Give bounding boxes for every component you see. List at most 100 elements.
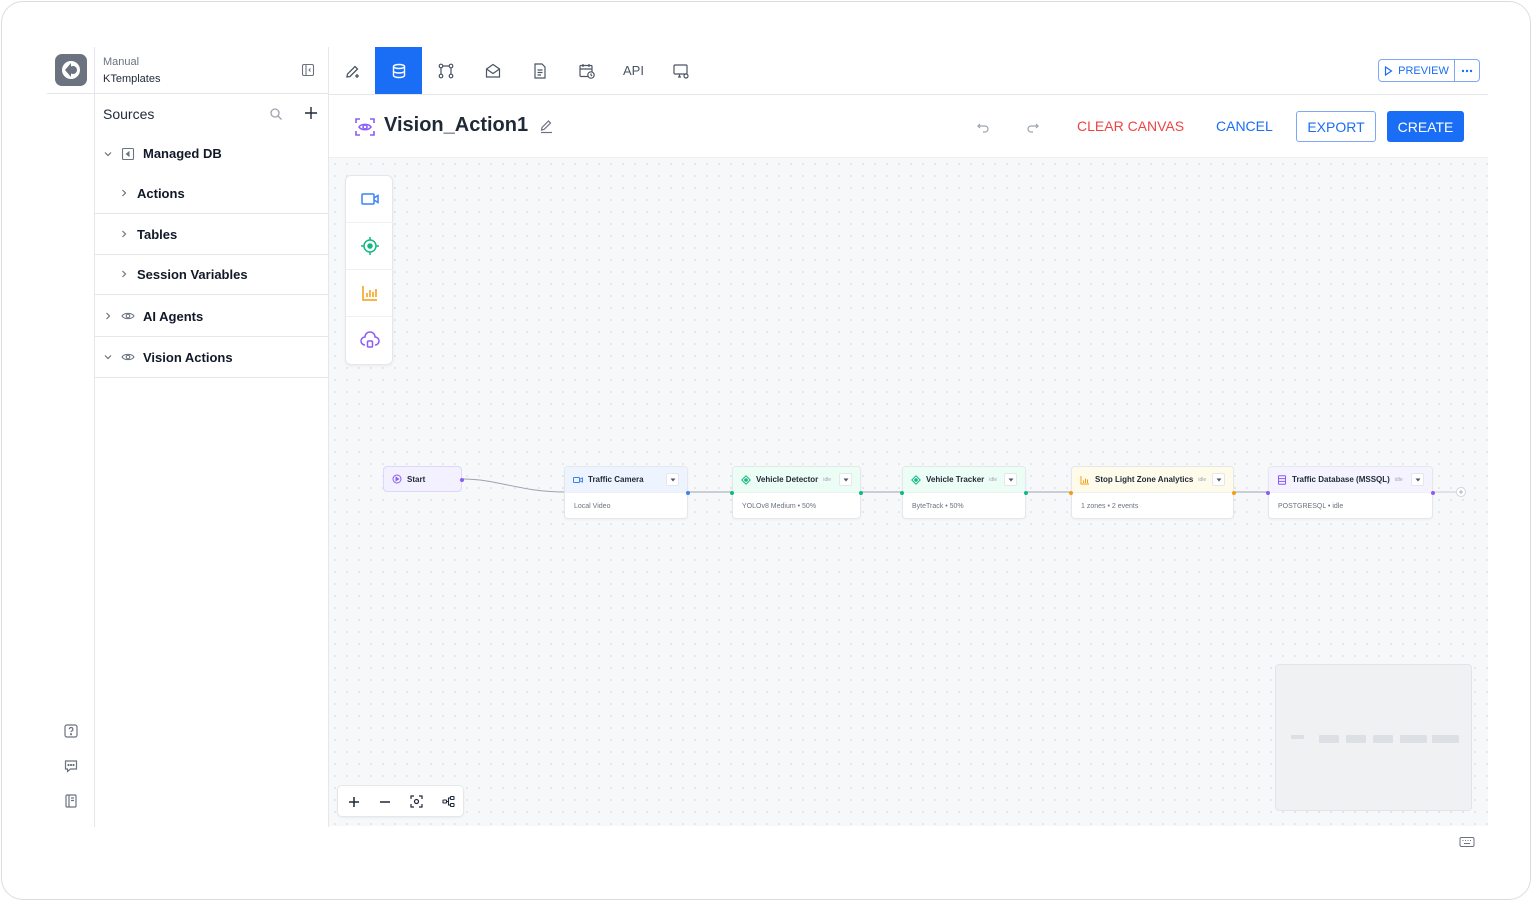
input-port[interactable] (730, 491, 734, 495)
auto-layout-icon[interactable] (433, 786, 464, 817)
node-stop-light-zone-analytics[interactable]: Stop Light Zone Analytics idle 1 zones •… (1069, 466, 1236, 519)
node-menu-button[interactable] (1004, 473, 1017, 486)
tab-api[interactable]: API (610, 47, 657, 94)
input-port[interactable] (1266, 491, 1270, 495)
minimap-node (1291, 735, 1304, 739)
help-icon[interactable] (63, 723, 79, 739)
output-port[interactable] (859, 491, 863, 495)
search-icon[interactable] (269, 107, 283, 121)
document-icon (533, 62, 546, 79)
chevron-right-icon (106, 312, 111, 320)
node-vehicle-tracker[interactable]: Vehicle Tracker idle ByteTrack • 50% (900, 466, 1028, 519)
flow-canvas[interactable]: Start Traffic Camera Local Video Vehicle… (329, 158, 1488, 826)
node-header: Traffic Database (MSSQL) idle (1269, 467, 1432, 493)
clear-canvas-button[interactable]: CLEAR CANVAS (1077, 118, 1184, 134)
node-subtitle: YOLOv8 Medium • 50% (742, 502, 817, 510)
node-traffic-database[interactable]: Traffic Database (MSSQL) idle POSTGRESQL… (1266, 466, 1435, 519)
docs-icon[interactable] (63, 793, 79, 809)
tab-mail[interactable] (469, 47, 516, 94)
node-status: idle (989, 476, 998, 483)
ellipsis-icon (1461, 69, 1473, 72)
undo-icon[interactable] (976, 119, 990, 133)
create-button[interactable]: CREATE (1387, 111, 1464, 142)
node-subtitle: ByteTrack • 50% (912, 502, 964, 510)
play-icon (1385, 65, 1393, 76)
chevron-right-icon (122, 270, 127, 278)
detector-icon (741, 474, 751, 485)
sources-sidebar: Manual KTemplates Sources Managed DB Act… (95, 47, 329, 827)
fit-view-icon[interactable] (401, 786, 432, 817)
left-rail (47, 47, 95, 827)
workflow-icon (438, 63, 453, 78)
tree-item-label: Vision Actions (143, 349, 233, 365)
node-menu-button[interactable] (1212, 473, 1225, 486)
caret-down-icon (843, 478, 848, 481)
node-vehicle-detector[interactable]: Vehicle Detector idle YOLOv8 Medium • 50… (730, 466, 863, 519)
tree-item-label: Actions (137, 185, 185, 201)
cancel-button[interactable]: CANCEL (1216, 118, 1273, 134)
start-node[interactable]: Start (383, 466, 464, 492)
app-logo[interactable] (55, 54, 87, 86)
caret-down-icon (670, 478, 675, 481)
output-port[interactable] (460, 478, 464, 482)
chevron-down-icon (104, 151, 112, 156)
tree-item-ai-agents[interactable]: AI Agents (95, 296, 329, 337)
sidebar-header: Manual KTemplates (95, 47, 329, 94)
database-box-icon (121, 147, 135, 160)
output-port[interactable] (1431, 491, 1435, 495)
preview-label: PREVIEW (1398, 64, 1449, 77)
tree-item-session-variables[interactable]: Session Variables (95, 254, 329, 295)
workspace-mode: Manual (103, 56, 140, 68)
caret-down-icon (1008, 478, 1013, 481)
input-port[interactable] (1069, 491, 1073, 495)
node-menu-button[interactable] (839, 473, 852, 486)
chat-icon[interactable] (63, 758, 79, 774)
eye-icon (121, 312, 135, 320)
node-header: Stop Light Zone Analytics idle (1072, 467, 1233, 493)
collapse-sidebar-icon[interactable] (301, 63, 315, 77)
export-button[interactable]: EXPORT (1296, 111, 1376, 142)
tree-item-label: Session Variables (137, 266, 248, 282)
tab-workflow[interactable] (422, 47, 469, 94)
node-header: Vehicle Detector idle (733, 467, 860, 493)
keyboard-icon[interactable] (1459, 836, 1475, 848)
tree-item-tables[interactable]: Tables (95, 214, 329, 255)
preview-button[interactable]: PREVIEW (1378, 59, 1455, 82)
video-camera-icon (573, 476, 583, 483)
tab-database[interactable] (375, 47, 422, 94)
minimap-node (1346, 735, 1366, 743)
output-port[interactable] (1024, 491, 1028, 495)
tab-display-settings[interactable] (657, 47, 704, 94)
output-port[interactable] (686, 491, 690, 495)
tree-item-vision-actions[interactable]: Vision Actions (95, 337, 329, 378)
tab-document[interactable] (516, 47, 563, 94)
minimap-node (1319, 735, 1339, 743)
tree-item-label: Managed DB (143, 146, 222, 161)
edit-title-icon[interactable] (539, 119, 554, 134)
node-menu-button[interactable] (1411, 473, 1424, 486)
output-port[interactable] (1232, 491, 1236, 495)
tab-schedule[interactable] (563, 47, 610, 94)
node-subtitle: 1 zones • 2 events (1081, 502, 1139, 510)
zoom-in-icon[interactable] (338, 786, 369, 817)
tab-edit[interactable] (329, 47, 376, 94)
minimap[interactable] (1275, 664, 1472, 811)
page-title: Vision_Action1 (384, 114, 529, 136)
calendar-clock-icon (578, 63, 595, 79)
node-header: Vehicle Tracker idle (903, 467, 1025, 493)
tree-item-managed-db[interactable]: Managed DB (95, 133, 329, 174)
minimap-node (1373, 735, 1393, 743)
input-port[interactable] (900, 491, 904, 495)
redo-icon[interactable] (1026, 119, 1040, 133)
zoom-out-icon[interactable] (369, 786, 400, 817)
node-menu-button[interactable] (666, 473, 679, 486)
sources-title: Sources (103, 106, 155, 122)
minimap-node (1400, 735, 1427, 743)
tree-item-actions[interactable]: Actions (95, 173, 329, 214)
eye-icon (121, 353, 135, 361)
add-source-icon[interactable] (303, 105, 319, 121)
node-traffic-camera[interactable]: Traffic Camera Local Video (564, 466, 690, 519)
bar-chart-icon (1080, 475, 1089, 484)
more-options-button[interactable] (1455, 59, 1480, 82)
node-header: Traffic Camera (565, 467, 687, 493)
